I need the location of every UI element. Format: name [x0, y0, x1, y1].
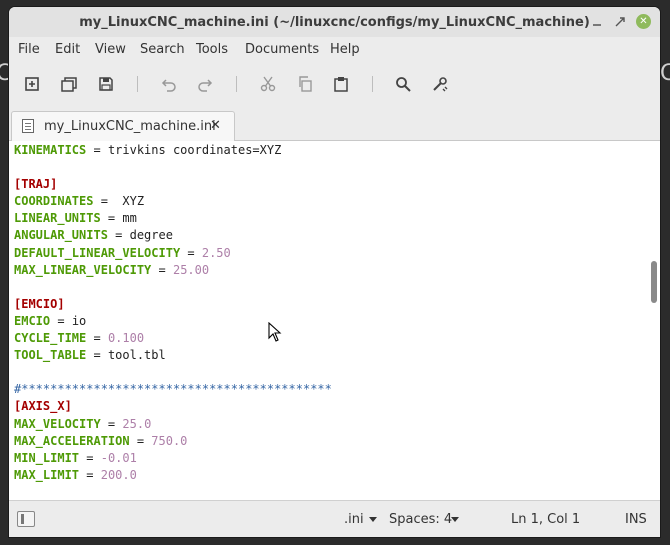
ini-key: COORDINATES [14, 194, 94, 209]
search-icon[interactable] [391, 72, 415, 96]
ini-key: ANGULAR_UNITS [14, 228, 108, 243]
minimize-icon[interactable] [590, 15, 604, 29]
ini-value: mm [122, 211, 137, 226]
ini-key: MAX_ACCELERATION [14, 433, 130, 448]
tools-icon[interactable] [428, 72, 452, 96]
ini-key-value-line[interactable]: MAX_VELOCITY = 25.0 [14, 416, 332, 433]
blank-line[interactable] [14, 159, 332, 176]
document-icon [22, 119, 34, 133]
ini-key: MAX_VELOCITY [14, 416, 101, 431]
toolbar-separator [137, 76, 138, 92]
redo-icon[interactable] [193, 72, 217, 96]
document-tab[interactable]: my_LinuxCNC_machine.ini ✕ [11, 111, 235, 141]
ini-key-value-line[interactable]: DEFAULT_LINEAR_VELOCITY = 2.50 [14, 245, 332, 262]
blank-line[interactable] [14, 484, 332, 500]
gedit-window: my_LinuxCNC_machine.ini (~/linuxcnc/conf… [9, 7, 660, 537]
ini-value: tool.tbl [107, 348, 166, 363]
scrollbar-thumb[interactable] [651, 261, 657, 303]
menu-tools[interactable]: Tools [196, 42, 228, 57]
comment-text: #***************************************… [14, 382, 332, 397]
ini-key-value-line[interactable]: TOOL_TABLE = tool.tbl [14, 347, 332, 364]
toolbar [9, 67, 660, 101]
ini-key-value-line[interactable]: MIN_LIMIT = -0.01 [14, 450, 332, 467]
ini-section-line[interactable]: [EMCIO] [14, 296, 332, 313]
tab-width-chevron-down-icon[interactable] [451, 517, 459, 522]
mouse-pointer-icon [268, 322, 282, 342]
new-document-icon[interactable] [20, 72, 44, 96]
tab-width-selector[interactable]: Spaces: 4 [389, 512, 452, 527]
menu-edit[interactable]: Edit [55, 42, 80, 57]
ini-value: XYZ [122, 194, 145, 209]
cut-icon[interactable] [256, 72, 280, 96]
vertical-scrollbar[interactable] [649, 141, 660, 500]
menu-documents[interactable]: Documents [245, 42, 319, 57]
ini-key-value-line[interactable]: MAX_ACCELERATION = 750.0 [14, 433, 332, 450]
maximize-icon[interactable] [613, 15, 627, 29]
menu-file[interactable]: File [18, 42, 40, 57]
status-bar: .ini Spaces: 4 Ln 1, Col 1 INS [9, 500, 660, 537]
cursor-position: Ln 1, Col 1 [511, 512, 581, 527]
ini-key: EMCIO [14, 313, 51, 328]
tab-label: my_LinuxCNC_machine.ini [44, 119, 216, 134]
comment-line[interactable]: #***************************************… [14, 381, 332, 398]
ini-key: MAX_LIMIT [14, 467, 80, 482]
ini-key-value-line[interactable]: MAX_LIMIT = 200.0 [14, 467, 332, 484]
toolbar-separator [236, 76, 237, 92]
open-icon[interactable] [57, 72, 81, 96]
title-bar[interactable]: my_LinuxCNC_machine.ini (~/linuxcnc/conf… [9, 7, 660, 37]
ini-key: CYCLE_TIME [14, 331, 87, 346]
side-panel-icon[interactable] [17, 511, 35, 527]
blank-line[interactable] [14, 364, 332, 381]
ini-value: 750.0 [151, 433, 188, 448]
copy-icon[interactable] [293, 72, 317, 96]
ini-key-value-line[interactable]: LINEAR_UNITS = mm [14, 210, 332, 227]
ini-value: -0.01 [100, 450, 137, 465]
ini-key: MIN_LIMIT [14, 450, 80, 465]
ini-key-value-line[interactable]: CYCLE_TIME = 0.100 [14, 330, 332, 347]
ini-value: 0.100 [107, 331, 145, 346]
ini-value: 200.0 [100, 467, 137, 482]
ini-section-line[interactable]: [AXIS_X] [14, 398, 332, 415]
ini-value: 25.00 [172, 262, 210, 277]
language-selector[interactable]: .ini [344, 512, 364, 527]
ini-key-value-line[interactable]: EMCIO = io [14, 313, 332, 330]
insert-mode[interactable]: INS [625, 512, 647, 527]
paste-icon[interactable] [329, 72, 353, 96]
ini-value: trivkins coordinates=XYZ [107, 143, 282, 157]
ini-key-value-line[interactable]: MAX_LINEAR_VELOCITY = 25.00 [14, 262, 332, 279]
section-header: [EMCIO] [14, 296, 65, 311]
ini-key-value-line[interactable]: COORDINATES = XYZ [14, 193, 332, 210]
language-chevron-down-icon[interactable] [369, 517, 377, 522]
ini-key: TOOL_TABLE [14, 348, 87, 363]
menu-help[interactable]: Help [330, 42, 360, 57]
menu-search[interactable]: Search [140, 42, 185, 57]
ini-key-value-line[interactable]: KINEMATICS = trivkins coordinates=XYZ [14, 142, 332, 159]
menu-view[interactable]: View [95, 42, 126, 57]
text-editor[interactable]: KINEMATICS = trivkins coordinates=XYZ [T… [9, 141, 660, 500]
ini-value: degree [129, 228, 173, 243]
tab-close-icon[interactable]: ✕ [210, 118, 221, 133]
ini-key: KINEMATICS [14, 143, 87, 157]
section-header: [TRAJ] [14, 177, 58, 192]
ini-value: 25.0 [122, 416, 152, 431]
close-icon[interactable]: ✕ [636, 14, 651, 29]
window-title: my_LinuxCNC_machine.ini (~/linuxcnc/conf… [79, 15, 590, 30]
ini-value: io [71, 313, 87, 328]
save-icon[interactable] [94, 72, 118, 96]
ini-key: LINEAR_UNITS [14, 211, 101, 226]
background-window-edge-right: C [660, 61, 670, 86]
ini-key-value-line[interactable]: ANGULAR_UNITS = degree [14, 227, 332, 244]
ini-section-line[interactable]: [TRAJ] [14, 176, 332, 193]
undo-icon[interactable] [157, 72, 181, 96]
tab-bar: my_LinuxCNC_machine.ini ✕ [9, 107, 660, 141]
blank-line[interactable] [14, 279, 332, 296]
ini-key: DEFAULT_LINEAR_VELOCITY [14, 245, 181, 260]
ini-value: 2.50 [201, 245, 231, 260]
menu-bar: File Edit View Search Tools Documents He… [9, 37, 660, 63]
code-content[interactable]: KINEMATICS = trivkins coordinates=XYZ [T… [14, 142, 332, 500]
section-header: [AXIS_X] [14, 399, 72, 414]
toolbar-separator [372, 76, 373, 92]
ini-key: MAX_LINEAR_VELOCITY [14, 262, 152, 277]
